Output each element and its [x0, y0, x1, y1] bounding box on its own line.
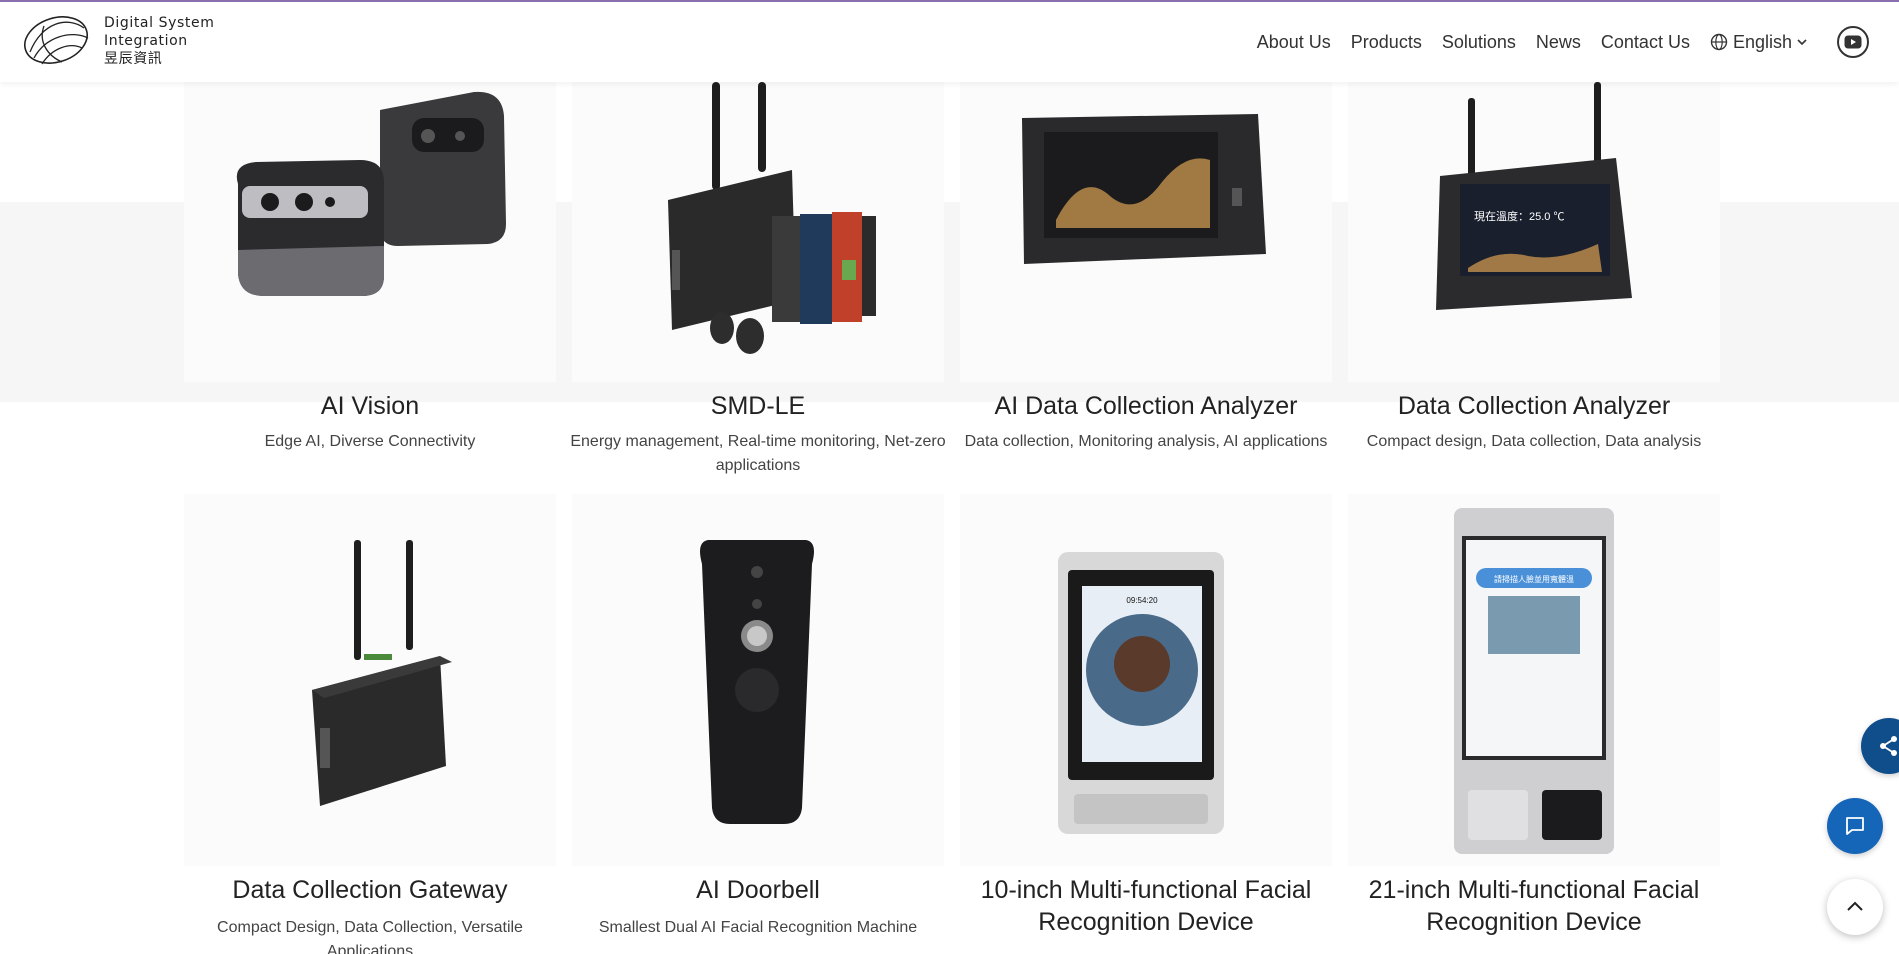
language-selector[interactable]: English — [1710, 32, 1813, 53]
product-image[interactable] — [184, 494, 556, 866]
doorbell-icon — [700, 540, 814, 824]
logo-line-1: Digital System — [104, 15, 215, 31]
site-header: Digital System Integration 昱辰資訊 About Us… — [0, 0, 1899, 82]
youtube-icon — [1844, 35, 1862, 49]
product-description: Edge AI, Diverse Connectivity — [264, 433, 476, 450]
product-title[interactable]: 21-inch Multi-functional Facial Recognit… — [1344, 874, 1724, 938]
temperature-readout: 現在溫度：25.0 ℃ — [1474, 209, 1564, 223]
chat-button[interactable] — [1827, 798, 1883, 854]
nav-products[interactable]: Products — [1351, 32, 1422, 53]
product-description: Compact Design, Data Collection, Versati… — [217, 919, 523, 954]
nav-solutions[interactable]: Solutions — [1442, 32, 1516, 53]
nav-about-us[interactable]: About Us — [1257, 32, 1331, 53]
youtube-button[interactable] — [1837, 26, 1869, 58]
main-nav: About Us Products Solutions News Contact… — [1237, 2, 1899, 82]
product-title[interactable]: Data Collection Gateway — [180, 874, 560, 906]
logo-line-2: Integration — [104, 33, 188, 49]
product-image[interactable]: 09:54:20 — [960, 494, 1332, 866]
product-description: Energy management, Real-time monitoring,… — [570, 433, 946, 474]
product-title[interactable]: AI Data Collection Analyzer — [956, 390, 1336, 422]
terminal-clock: 09:54:20 — [1126, 596, 1158, 605]
face-kiosk-21-icon: 請掃描人臉並用寬體溫 — [1454, 508, 1614, 854]
back-to-top-button[interactable] — [1827, 879, 1883, 935]
product-image[interactable]: 請掃描人臉並用寬體溫 — [1348, 494, 1720, 866]
nav-news[interactable]: News — [1536, 32, 1581, 53]
product-title[interactable]: SMD-LE — [568, 390, 948, 422]
globe-icon — [1710, 33, 1728, 51]
logo[interactable]: Digital System Integration 昱辰資訊 — [22, 12, 214, 70]
share-icon — [1880, 736, 1897, 756]
product-title[interactable]: Data Collection Analyzer — [1344, 390, 1724, 422]
nav-contact-us[interactable]: Contact Us — [1601, 32, 1690, 53]
logo-line-3: 昱辰資訊 — [104, 51, 163, 67]
product-description: Compact design, Data collection, Data an… — [1366, 433, 1702, 450]
product-description: Smallest Dual AI Facial Recognition Mach… — [598, 919, 918, 936]
product-image[interactable] — [572, 494, 944, 866]
chat-icon — [1846, 817, 1864, 835]
kiosk-banner: 請掃描人臉並用寬體溫 — [1494, 574, 1574, 584]
chevron-down-icon — [1797, 39, 1807, 46]
language-label: English — [1732, 31, 1792, 52]
product-description: Data collection, Monitoring analysis, AI… — [964, 433, 1328, 450]
logo-icon — [24, 16, 89, 65]
product-title[interactable]: 10-inch Multi-functional Facial Recognit… — [956, 874, 1336, 938]
chevron-up-icon — [1847, 901, 1863, 911]
product-title[interactable]: AI Vision — [180, 390, 560, 422]
face-terminal-10-icon: 09:54:20 — [1058, 552, 1224, 834]
share-button[interactable] — [1861, 718, 1899, 774]
logo-text: Digital System Integration 昱辰資訊 — [104, 14, 214, 68]
product-title[interactable]: AI Doorbell — [568, 874, 948, 906]
gateway-box-icon — [312, 540, 452, 806]
